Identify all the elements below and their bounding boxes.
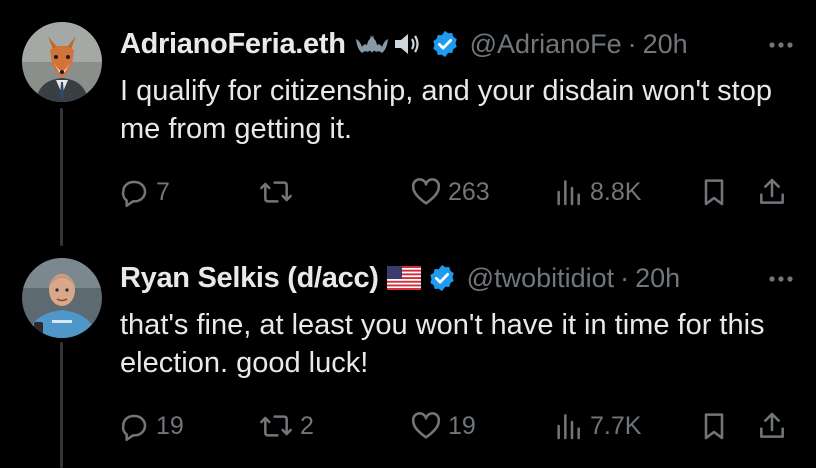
bookmark-button[interactable]: [698, 172, 730, 212]
verified-badge-icon[interactable]: [427, 263, 457, 293]
more-options-icon[interactable]: [766, 30, 796, 65]
reply-count: 19: [156, 411, 184, 440]
heart-icon: [411, 412, 441, 439]
like-count: 19: [448, 411, 476, 440]
tweet-header: AdrianoFeria.eth @AdrianoFe · 20h: [120, 24, 796, 64]
tweet-header: Ryan Selkis (d/acc) @twobitidiot · 20h: [120, 258, 796, 298]
views-icon: [557, 414, 580, 440]
tweet[interactable]: Ryan Selkis (d/acc) @twobitidiot · 20h t…: [0, 240, 816, 468]
reply-icon: [121, 414, 147, 441]
share-button[interactable]: [756, 406, 788, 446]
views-button[interactable]: 8.8K: [552, 172, 641, 212]
bat-icon: [354, 31, 390, 57]
repost-icon: [260, 415, 292, 437]
view-count: 7.7K: [590, 411, 642, 440]
like-count: 263: [448, 177, 490, 206]
handle[interactable]: @twobitidiot: [467, 263, 614, 294]
reply-count: 7: [156, 177, 170, 206]
display-name[interactable]: AdrianoFeria.eth: [120, 28, 346, 61]
reply-button[interactable]: 19: [118, 406, 184, 446]
speaker-icon: [392, 30, 424, 58]
share-icon: [760, 412, 784, 438]
more-options-icon[interactable]: [766, 264, 796, 299]
like-button[interactable]: 19: [410, 406, 476, 446]
share-icon: [760, 178, 784, 204]
heart-icon: [411, 178, 441, 205]
action-bar: 7 263 8.8K: [118, 172, 798, 212]
repost-button[interactable]: [258, 172, 300, 212]
like-button[interactable]: 263: [410, 172, 490, 212]
timestamp[interactable]: 20h: [635, 263, 680, 294]
action-bar: 19 2 19 7.7K: [118, 406, 798, 446]
avatar[interactable]: [22, 258, 102, 338]
verified-badge-icon[interactable]: [430, 29, 460, 59]
bookmark-button[interactable]: [698, 406, 730, 446]
share-button[interactable]: [756, 172, 788, 212]
separator: ·: [620, 262, 630, 293]
tweet[interactable]: AdrianoFeria.eth @AdrianoFe · 20h I qual…: [0, 0, 816, 240]
tweet-text: that's fine, at least you won't have it …: [120, 309, 765, 379]
repost-button[interactable]: 2: [258, 406, 314, 446]
views-button[interactable]: 7.7K: [552, 406, 641, 446]
handle[interactable]: @AdrianoFe: [470, 29, 622, 60]
display-name[interactable]: Ryan Selkis (d/acc): [120, 262, 379, 295]
views-icon: [557, 180, 580, 206]
repost-count: 2: [300, 411, 314, 440]
avatar[interactable]: [22, 22, 102, 102]
tweet-text: I qualify for citizenship, and your disd…: [120, 75, 772, 145]
bookmark-icon: [704, 413, 724, 440]
view-count: 8.8K: [590, 177, 642, 206]
us-flag-icon: [386, 266, 421, 290]
separator: ·: [627, 28, 637, 59]
reply-button[interactable]: 7: [118, 172, 170, 212]
bookmark-icon: [704, 179, 724, 206]
reply-icon: [121, 180, 147, 208]
repost-icon: [260, 181, 292, 203]
timestamp[interactable]: 20h: [643, 29, 688, 60]
